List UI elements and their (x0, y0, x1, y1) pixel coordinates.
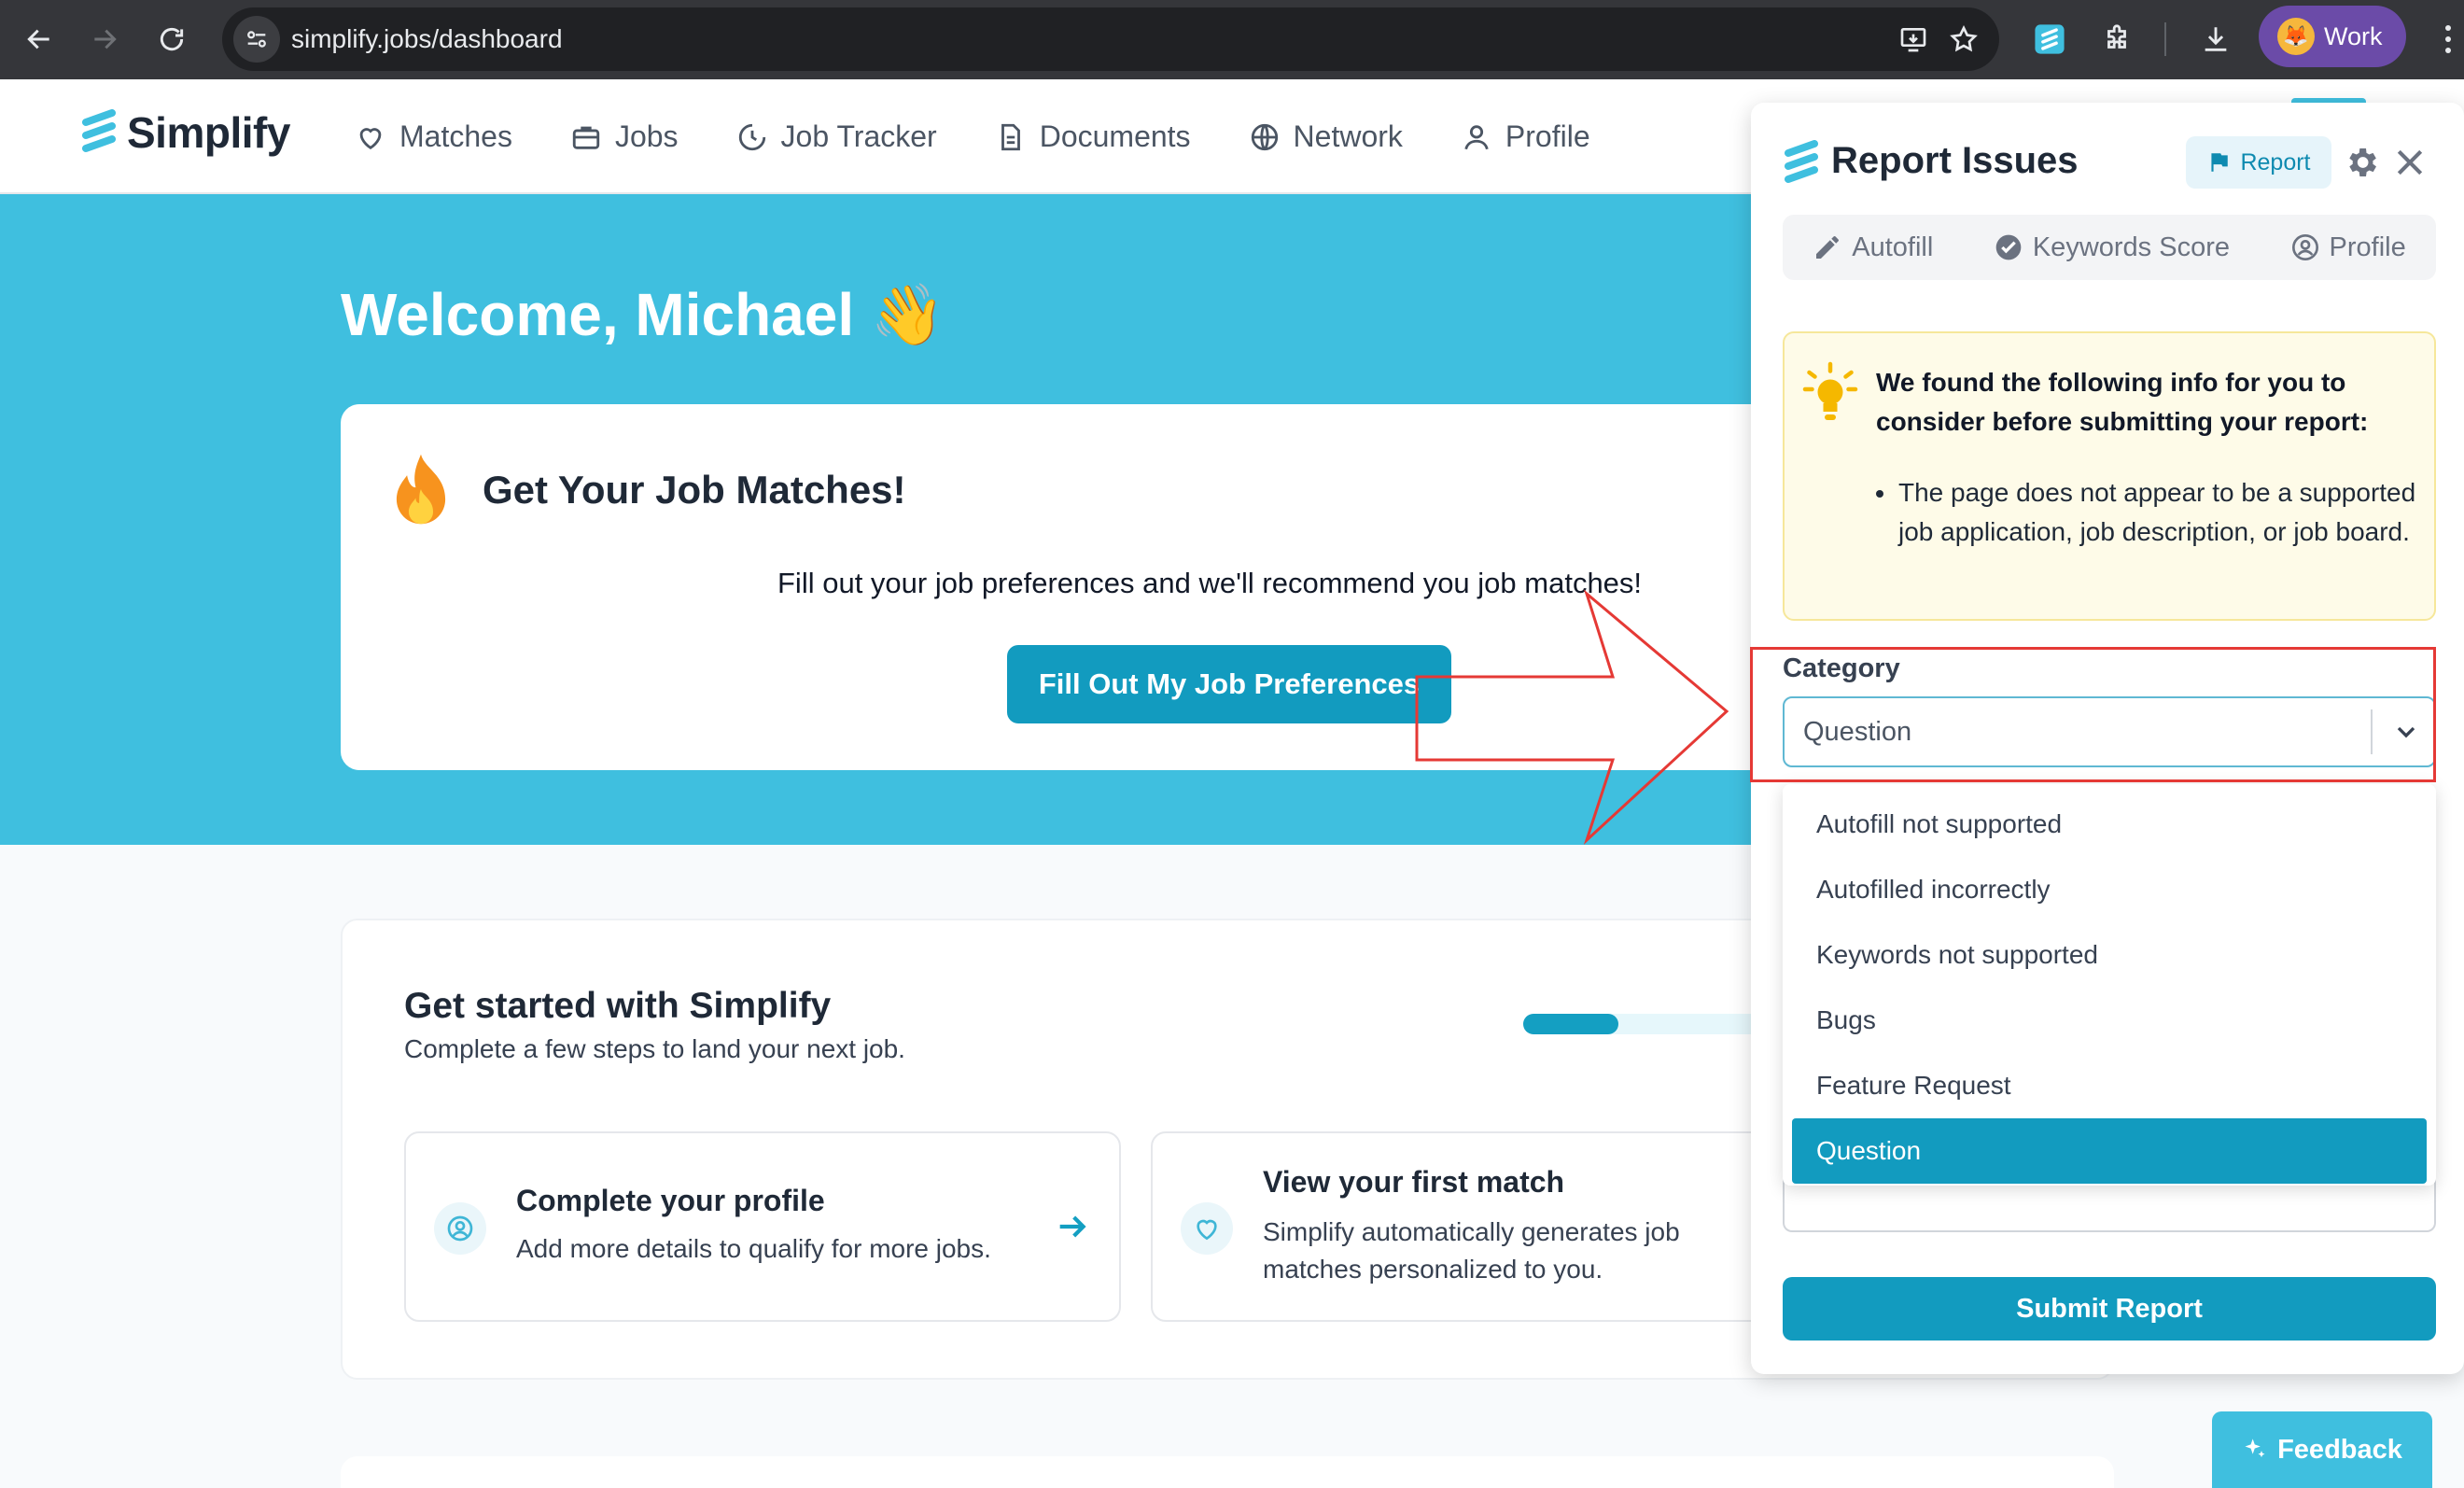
heart-icon (359, 127, 382, 149)
nav-job-tracker-label: Job Tracker (780, 119, 937, 153)
get-started-subtitle: Complete a few steps to land your next j… (404, 1034, 905, 1063)
report-label: Report (2240, 148, 2311, 175)
address-bar[interactable]: simplify.jobs/dashboard (222, 7, 1999, 71)
tab-keywords-label: Keywords Score (2032, 232, 2230, 262)
check-circle-icon (1995, 234, 2022, 260)
globe-icon (1251, 123, 1278, 150)
lightbulb-icon (1802, 361, 1858, 420)
welcome-heading: Welcome, Michael 👋 (341, 281, 945, 348)
briefcase-icon (572, 126, 600, 149)
option-question[interactable]: Question (1792, 1118, 2427, 1184)
option-bugs[interactable]: Bugs (1792, 988, 2427, 1053)
install-app-icon[interactable] (1895, 21, 1932, 58)
category-label: Category (1783, 653, 1900, 683)
panel-tabs: Autofill Keywords Score Profile (1783, 215, 2436, 280)
category-dropdown: Autofill not supported Autofilled incorr… (1783, 784, 2436, 1186)
simplify-logo-icon (82, 109, 116, 152)
reload-icon[interactable] (146, 13, 198, 65)
profile-label: Work (2324, 21, 2383, 50)
close-icon[interactable] (2391, 144, 2429, 181)
fire-icon (396, 454, 446, 525)
pencil-icon (1816, 236, 1840, 259)
profile-chip[interactable]: 🦊 Work (2259, 6, 2406, 67)
tracker-icon (738, 123, 765, 150)
simplify-logo-icon (1785, 140, 1818, 183)
job-matches-title: Get Your Job Matches! (483, 468, 906, 512)
progress-fill (1523, 1014, 1618, 1034)
nav-matches-label: Matches (399, 119, 512, 153)
feedback-label: Feedback (2277, 1434, 2402, 1465)
nav-documents[interactable]: Documents (995, 119, 1191, 154)
nav-matches[interactable]: Matches (355, 119, 512, 154)
nav-jobs-label: Jobs (614, 119, 679, 153)
back-icon[interactable] (13, 13, 65, 65)
tab-keywords-score[interactable]: Keywords Score (1994, 232, 2230, 263)
info-notice: We found the following info for you to c… (1783, 331, 2436, 621)
user-circle-icon (434, 1202, 486, 1255)
document-icon (1001, 123, 1020, 150)
tab-profile[interactable]: Profile (2290, 232, 2406, 263)
browser-menu-icon[interactable] (2434, 17, 2462, 62)
option-autofilled-incorrectly[interactable]: Autofilled incorrectly (1792, 857, 2427, 922)
info-heading: We found the following info for you to c… (1876, 368, 2369, 436)
select-divider (2371, 709, 2373, 754)
step-view-first-match[interactable]: View your first match Simplify automatic… (1151, 1131, 1804, 1322)
step-title: Complete your profile (516, 1184, 825, 1217)
flag-icon (2211, 153, 2229, 172)
profile-avatar: 🦊 (2277, 18, 2315, 55)
bookmark-star-icon[interactable] (1945, 21, 1982, 58)
option-feature-request[interactable]: Feature Request (1792, 1053, 2427, 1118)
nav-network[interactable]: Network (1249, 119, 1403, 154)
chevron-down-icon[interactable] (2391, 717, 2421, 747)
feedback-button[interactable]: Feedback (2212, 1411, 2432, 1488)
get-started-title: Get started with Simplify (404, 986, 832, 1026)
tab-autofill[interactable]: Autofill (1813, 232, 1933, 263)
step-description: Simplify automatically generates job mat… (1263, 1217, 1680, 1284)
simplify-logo[interactable]: Simplify (80, 107, 290, 158)
fill-preferences-button[interactable]: Fill Out My Job Preferences (1007, 645, 1451, 723)
heart-outline-icon (1181, 1202, 1233, 1255)
step-title: View your first match (1263, 1165, 1565, 1199)
option-keywords-not-supported[interactable]: Keywords not supported (1792, 922, 2427, 988)
extensions-puzzle-icon[interactable] (2094, 17, 2139, 62)
tab-profile-label: Profile (2329, 232, 2406, 262)
nav-network-label: Network (1293, 119, 1403, 153)
nav-jobs[interactable]: Jobs (570, 119, 679, 154)
report-button[interactable]: Report (2186, 136, 2331, 189)
url-text[interactable]: simplify.jobs/dashboard (291, 7, 563, 71)
step-description: Add more details to qualify for more job… (516, 1234, 991, 1263)
tab-autofill-label: Autofill (1852, 232, 1934, 262)
step-complete-profile[interactable]: Complete your profile Add more details t… (404, 1131, 1121, 1322)
nav-profile-label: Profile (1505, 119, 1590, 153)
simplify-extension-icon[interactable] (2027, 17, 2072, 62)
user-icon (1464, 124, 1489, 149)
category-select[interactable]: Question (1783, 696, 2436, 767)
nav-links: Matches Jobs Job Tracker Documents Netwo… (355, 79, 1590, 194)
info-list: The page does not appear to be a support… (1876, 473, 2417, 552)
sparkle-icon (2245, 1439, 2265, 1458)
forward-icon[interactable] (78, 13, 131, 65)
annotation-arrow (1415, 589, 1729, 845)
site-info-icon[interactable] (233, 16, 280, 63)
next-card-edge (341, 1456, 2114, 1488)
user-circle-icon (2291, 234, 2318, 260)
report-issues-panel: Report Issues Report Autofill Keywords S… (1751, 103, 2464, 1374)
toolbar-divider (2164, 22, 2166, 56)
download-icon[interactable] (2193, 17, 2238, 62)
nav-job-tracker[interactable]: Job Tracker (736, 119, 937, 154)
category-value: Question (1803, 717, 1912, 747)
option-autofill-not-supported[interactable]: Autofill not supported (1792, 792, 2427, 857)
nav-documents-label: Documents (1039, 119, 1191, 153)
browser-chrome: simplify.jobs/dashboard 🦊 Work (0, 0, 2464, 79)
brand-name: Simplify (127, 108, 290, 157)
info-item: The page does not appear to be a support… (1876, 473, 2417, 552)
submit-report-button[interactable]: Submit Report (1783, 1277, 2436, 1341)
gear-icon[interactable] (2343, 144, 2380, 181)
nav-profile[interactable]: Profile (1461, 119, 1590, 154)
panel-title: Report Issues (1831, 140, 2079, 181)
arrow-right-icon[interactable] (1054, 1208, 1091, 1245)
